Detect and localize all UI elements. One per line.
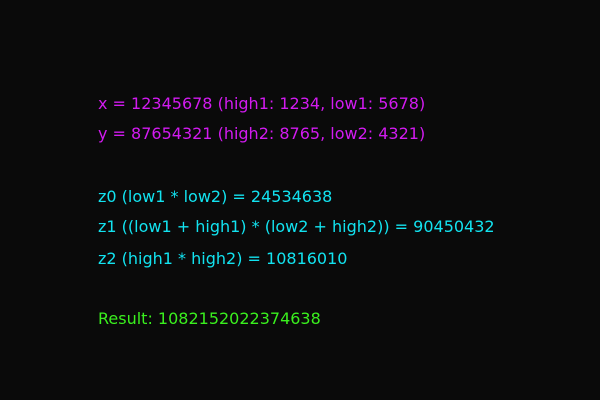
result-line: Result: 1082152022374638 bbox=[98, 309, 321, 328]
z0-line: z0 (low1 * low2) = 24534638 bbox=[98, 187, 333, 206]
z1-line: z1 ((low1 + high1) * (low2 + high2)) = 9… bbox=[98, 217, 495, 236]
y-value-line: y = 87654321 (high2: 8765, low2: 4321) bbox=[98, 124, 426, 143]
z2-line: z2 (high1 * high2) = 10816010 bbox=[98, 249, 348, 268]
x-value-line: x = 12345678 (high1: 1234, low1: 5678) bbox=[98, 94, 426, 113]
